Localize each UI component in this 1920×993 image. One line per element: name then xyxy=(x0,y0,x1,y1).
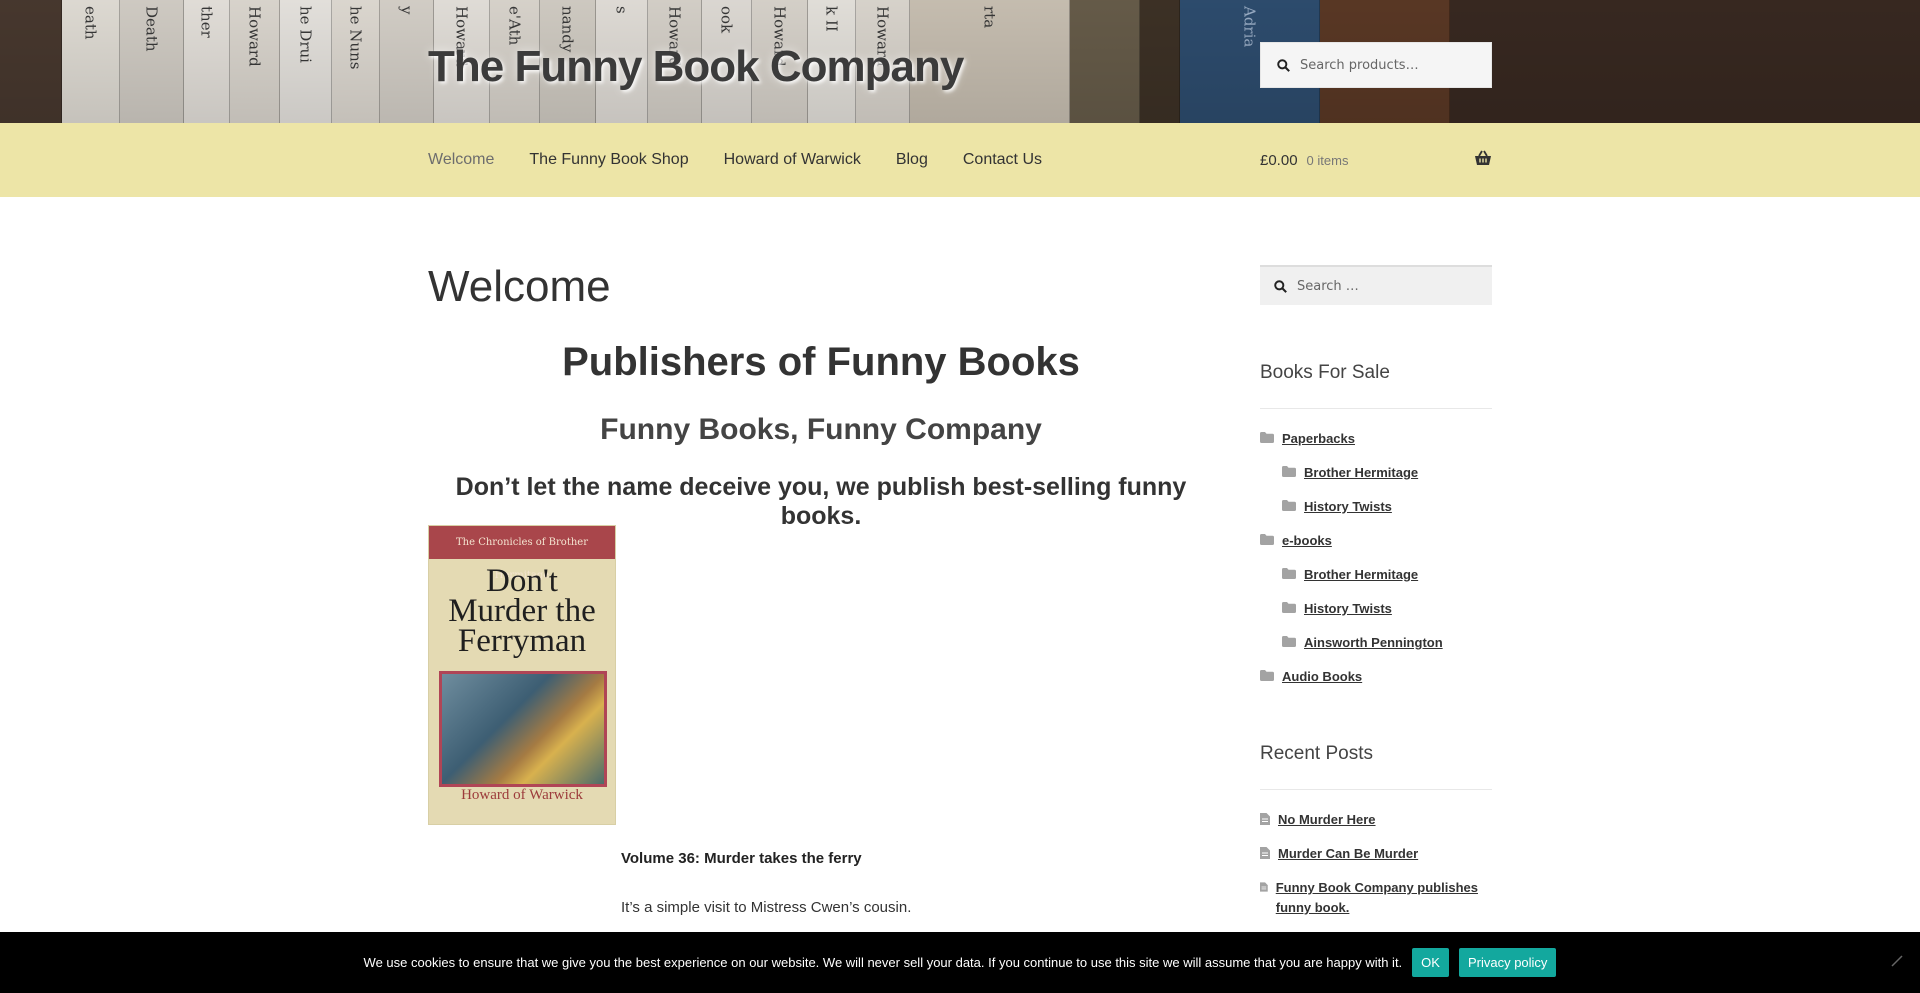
cart-amount[interactable]: £0.00 xyxy=(1260,152,1298,169)
search-icon xyxy=(1274,279,1287,293)
privacy-policy-button[interactable]: Privacy policy xyxy=(1458,948,1557,977)
category-item[interactable]: Brother Hermitage xyxy=(1282,565,1418,585)
category-link[interactable]: Audio Books xyxy=(1282,667,1362,687)
cover-title-line: Don't xyxy=(486,563,558,599)
heading-tagline: Don’t let the name deceive you, we publi… xyxy=(455,473,1187,530)
recent-post-link[interactable]: Murder Can Be Murder xyxy=(1278,844,1418,864)
category-item[interactable]: Paperbacks xyxy=(1260,429,1355,449)
category-link[interactable]: Brother Hermitage xyxy=(1304,463,1418,483)
books-for-sale-title: Books For Sale xyxy=(1260,362,1390,383)
category-item[interactable]: History Twists xyxy=(1282,497,1392,517)
cover-author: Howard of Warwick xyxy=(461,787,583,803)
recent-post-link[interactable]: Funny Book Company publishes funny book. xyxy=(1276,878,1492,918)
book-cover-image[interactable]: The Chronicles of Brother Hermitage Don'… xyxy=(428,525,616,825)
recent-post-link[interactable]: No Murder Here xyxy=(1278,810,1376,830)
cover-series: The Chronicles of Brother Hermitage xyxy=(429,526,615,581)
cover-title-line: Murder the xyxy=(448,593,596,629)
recent-post-item[interactable]: Funny Book Company publishes funny book. xyxy=(1260,878,1492,918)
nav-howard-of-warwick[interactable]: Howard of Warwick xyxy=(724,151,861,169)
recent-post-item[interactable]: No Murder Here xyxy=(1260,810,1376,830)
heading-funny-books: Funny Books, Funny Company xyxy=(600,413,1042,446)
cover-illustration xyxy=(439,671,607,787)
cookie-text: We use cookies to ensure that we give yo… xyxy=(363,955,1403,970)
folder-icon xyxy=(1282,636,1296,647)
primary-navigation: Welcome The Funny Book Shop Howard of Wa… xyxy=(0,123,1920,197)
site-title[interactable]: The Funny Book Company xyxy=(428,42,964,92)
category-item[interactable]: e-books xyxy=(1260,531,1332,551)
document-icon xyxy=(1260,813,1270,825)
category-link[interactable]: History Twists xyxy=(1304,599,1392,619)
nav-blog[interactable]: Blog xyxy=(896,151,928,169)
category-link[interactable]: Paperbacks xyxy=(1282,429,1355,449)
nav-funny-book-shop[interactable]: The Funny Book Shop xyxy=(529,151,688,169)
cover-title-line: Ferryman xyxy=(457,623,587,659)
divider xyxy=(1260,408,1492,409)
folder-icon xyxy=(1282,602,1296,613)
document-icon xyxy=(1260,882,1268,892)
folder-icon xyxy=(1260,534,1274,545)
folder-icon xyxy=(1282,568,1296,579)
category-link[interactable]: Ainsworth Pennington xyxy=(1304,633,1443,653)
document-icon xyxy=(1260,847,1270,859)
category-link[interactable]: Brother Hermitage xyxy=(1304,565,1418,585)
folder-icon xyxy=(1260,670,1274,681)
product-search-input[interactable] xyxy=(1300,57,1470,73)
cookie-notice: We use cookies to ensure that we give yo… xyxy=(0,932,1920,993)
search-icon xyxy=(1277,58,1290,72)
category-item[interactable]: Brother Hermitage xyxy=(1282,463,1418,483)
folder-icon xyxy=(1282,466,1296,477)
page-title: Welcome xyxy=(428,262,611,311)
category-link[interactable]: History Twists xyxy=(1304,497,1392,517)
intro-text: It’s a simple visit to Mistress Cwen’s c… xyxy=(621,899,912,916)
recent-posts-title: Recent Posts xyxy=(1260,743,1373,764)
heading-publishers: Publishers of Funny Books xyxy=(562,340,1080,384)
category-item[interactable]: Ainsworth Pennington xyxy=(1282,633,1443,653)
category-item[interactable]: Audio Books xyxy=(1260,667,1362,687)
cart-count[interactable]: 0 items xyxy=(1307,153,1349,168)
category-link[interactable]: e-books xyxy=(1282,531,1332,551)
recent-post-item[interactable]: Murder Can Be Murder xyxy=(1260,844,1418,864)
cookie-ok-button[interactable]: OK xyxy=(1412,948,1449,977)
nav-welcome[interactable]: Welcome xyxy=(428,151,494,169)
nav-contact-us[interactable]: Contact Us xyxy=(963,151,1042,169)
cart-summary[interactable]: £0.00 0 items xyxy=(1260,123,1492,197)
product-search[interactable] xyxy=(1260,42,1492,88)
sidebar-search-input[interactable] xyxy=(1297,278,1467,294)
category-item[interactable]: History Twists xyxy=(1282,599,1392,619)
sidebar-search[interactable] xyxy=(1260,265,1492,305)
volume-label: Volume 36: Murder takes the ferry xyxy=(621,850,862,867)
divider xyxy=(1260,789,1492,790)
basket-icon[interactable] xyxy=(1474,150,1492,166)
folder-icon xyxy=(1282,500,1296,511)
folder-icon xyxy=(1260,432,1274,443)
pencil-icon[interactable] xyxy=(1890,954,1904,968)
